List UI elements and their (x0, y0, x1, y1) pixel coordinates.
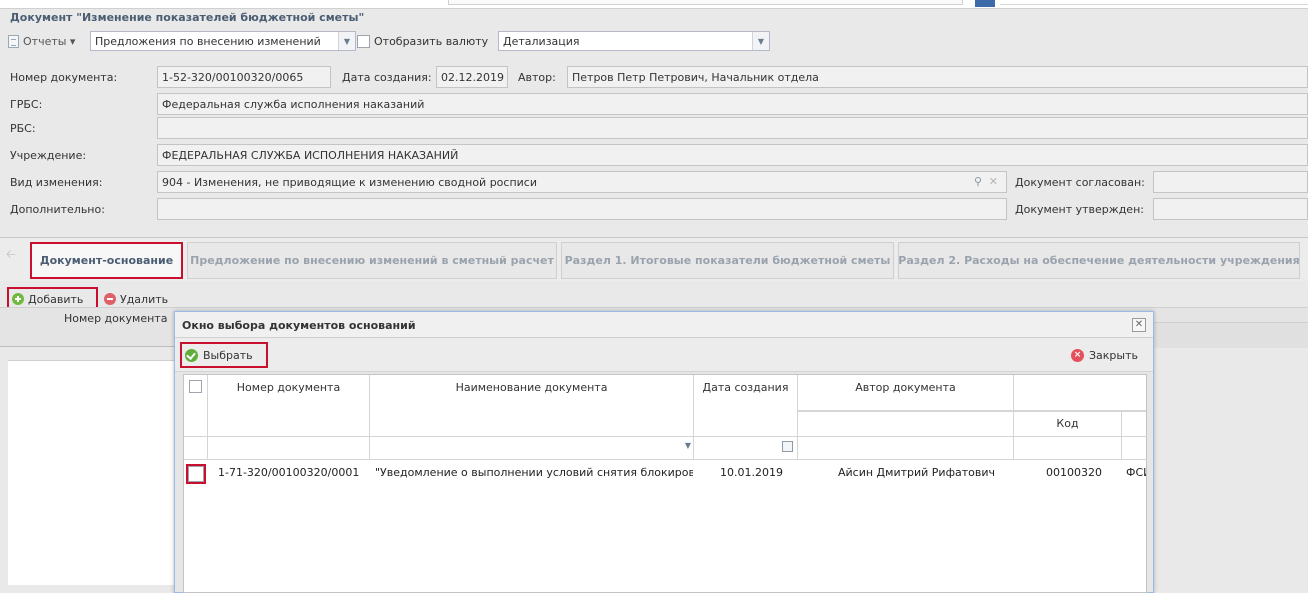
column-subheader-author-blank (798, 411, 1014, 437)
tab-basis-document[interactable]: Документ-основание (30, 242, 183, 279)
column-header-group (1014, 375, 1146, 411)
row-date: 10.01.2019 (720, 466, 783, 479)
chevron-down-icon[interactable]: ▼ (338, 32, 355, 50)
rbs-label: РБС: (10, 122, 36, 135)
calendar-icon[interactable] (782, 441, 793, 452)
change-type-value: 904 - Изменения, не приводящие к изменен… (162, 175, 537, 189)
delete-icon (104, 293, 116, 305)
close-button[interactable]: × Закрыть (1067, 344, 1147, 366)
institution-field[interactable]: ФЕДЕРАЛЬНАЯ СЛУЖБА ИСПОЛНЕНИЯ НАКАЗАНИЙ (157, 144, 1308, 166)
basis-documents-table: Номер документа Наименование документа Д… (183, 374, 1147, 593)
report-icon (8, 34, 19, 48)
column-header-number[interactable]: Номер документа (208, 375, 370, 437)
grbs-field[interactable]: Федеральная служба исполнения наказаний (157, 93, 1308, 115)
grid-body-panel (8, 360, 178, 585)
institution-label: Учреждение: (10, 149, 87, 162)
column-header-doc-number[interactable]: Номер документа (64, 312, 167, 325)
doc-number-field[interactable]: 1-52-320/00100320/0065 (157, 66, 331, 88)
approved-label: Документ утвержден: (1015, 203, 1144, 216)
additional-label: Дополнительно: (10, 203, 105, 216)
filter-cell-blank (184, 437, 208, 459)
approved-field[interactable] (1153, 198, 1308, 220)
filter-author[interactable] (798, 437, 1014, 459)
change-type-label: Вид изменения: (10, 176, 103, 189)
additional-field[interactable] (157, 198, 1007, 220)
reports-menu-button[interactable]: Отчеты ▾ (8, 31, 75, 51)
top-background-panel (448, 0, 963, 5)
close-icon[interactable]: ✕ (1132, 318, 1146, 332)
add-icon (12, 293, 24, 305)
author-field[interactable]: Петров Петр Петрович, Начальник отдела (567, 66, 1308, 88)
filter-date[interactable] (694, 437, 798, 459)
dialog-titlebar[interactable]: Окно выбора документов оснований ✕ (175, 312, 1153, 338)
row-number: 1-71-320/00100320/0001 (218, 466, 360, 479)
detail-select-value: Детализация (503, 34, 580, 48)
top-background-panel-right (1000, 0, 1308, 5)
select-button-label: Выбрать (203, 348, 253, 362)
tab-change-proposal[interactable]: Предложение по внесению изменений в смет… (187, 242, 557, 279)
dialog-title: Окно выбора документов оснований (182, 319, 416, 332)
top-background-strip (0, 0, 1308, 8)
table-row[interactable]: 1-71-320/00100320/0001 "Уведомление о вы… (184, 460, 1146, 486)
close-circle-icon: × (1071, 348, 1084, 362)
reports-label: Отчеты ▾ (23, 34, 76, 48)
chevron-down-icon[interactable]: ▼ (685, 441, 691, 450)
row-author: Айсин Дмитрий Рифатович (838, 466, 995, 479)
detail-select[interactable]: Детализация ▼ (498, 31, 770, 51)
change-type-field[interactable]: 904 - Изменения, не приводящие к изменен… (157, 171, 1007, 193)
row-checkbox[interactable] (186, 464, 206, 484)
document-title: Документ "Изменение показателей бюджетно… (10, 11, 365, 24)
check-icon (185, 348, 198, 362)
show-currency-label: Отобразить валюту (374, 34, 489, 48)
filter-name[interactable]: ▼ (370, 437, 694, 459)
grbs-label: ГРБС: (10, 98, 43, 111)
column-header-extra[interactable] (1122, 411, 1146, 437)
tab-section-2[interactable]: Раздел 2. Расходы на обеспечение деятель… (898, 242, 1300, 279)
chevron-left-icon[interactable]: 🡠 (6, 244, 22, 266)
tabs-bar: 🡠 Документ-основание Предложение по внес… (0, 237, 1308, 281)
row-name: "Уведомление о выполнении условий снятия… (375, 466, 693, 479)
delete-button-label: Удалить (120, 292, 169, 306)
row-extra: ФСИ (1126, 466, 1146, 479)
row-code: 00100320 (1046, 466, 1102, 479)
search-icon[interactable]: ⚲ (974, 175, 982, 188)
filter-code[interactable] (1014, 437, 1122, 459)
column-header-code[interactable]: Код (1014, 411, 1122, 437)
agreed-field[interactable] (1153, 171, 1308, 193)
rbs-field[interactable] (157, 117, 1308, 139)
clear-icon[interactable]: ✕ (989, 175, 998, 188)
column-header-name[interactable]: Наименование документа (370, 375, 694, 437)
top-background-icon (975, 0, 995, 7)
select-all-checkbox[interactable] (189, 380, 202, 393)
proposal-select-value: Предложения по внесению изменений (95, 34, 321, 48)
doc-number-label: Номер документа: (10, 71, 118, 84)
column-header-date[interactable]: Дата создания (694, 375, 798, 437)
author-label: Автор: (518, 71, 556, 84)
basis-documents-dialog: Окно выбора документов оснований ✕ Выбра… (174, 311, 1154, 593)
add-button-label: Добавить (28, 292, 84, 306)
column-header-author[interactable]: Автор документа (798, 375, 1014, 411)
dialog-toolbar: Выбрать × Закрыть (175, 338, 1153, 372)
filter-number[interactable] (208, 437, 370, 459)
chevron-down-icon[interactable]: ▼ (752, 32, 769, 50)
close-button-label: Закрыть (1089, 348, 1138, 362)
grid-header-filler (1152, 322, 1308, 348)
tab-section-1[interactable]: Раздел 1. Итоговые показатели бюджетной … (561, 242, 894, 279)
created-label: Дата создания: (342, 71, 432, 84)
header-select-all (184, 375, 208, 437)
proposal-select[interactable]: Предложения по внесению изменений ▼ (90, 31, 356, 51)
show-currency-checkbox[interactable] (357, 34, 370, 48)
select-button[interactable]: Выбрать (180, 342, 268, 368)
agreed-label: Документ согласован: (1015, 176, 1145, 189)
filter-row: ▼ (184, 437, 1146, 460)
created-field[interactable]: 02.12.2019 (436, 66, 508, 88)
show-currency-toggle[interactable]: Отобразить валюту (357, 31, 488, 51)
